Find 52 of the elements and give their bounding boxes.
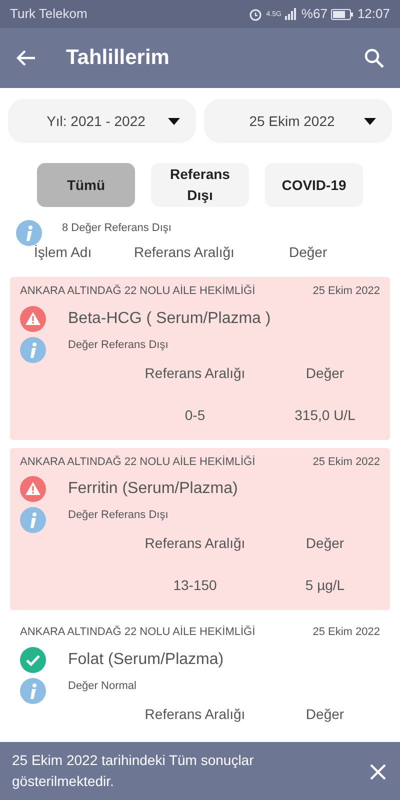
caret-icon (364, 118, 376, 124)
test-name: Beta-HCG ( Serum/Plazma ) (68, 308, 271, 328)
info-icon (20, 678, 46, 704)
institution-name: ANKARA ALTINDAĞ 22 NOLU AİLE HEKİMLİĞİ (20, 624, 256, 640)
search-icon (364, 48, 384, 68)
column-label: Değer (304, 534, 346, 553)
summary-text: 8 Değer Referans Dışı (62, 221, 172, 236)
column-label: Referans Aralığı (144, 364, 246, 383)
battery-icon (331, 8, 354, 20)
institution-name: ANKARA ALTINDAĞ 22 NOLU AİLE HEKİMLİĞİ (20, 454, 256, 470)
filter-tab[interactable]: Tümü (37, 163, 135, 207)
back-icon (16, 48, 36, 67)
result-date: 25 Ekim 2022 (312, 454, 380, 470)
institution-name: ANKARA ALTINDAĞ 22 NOLU AİLE HEKİMLİĞİ (20, 284, 256, 299)
signal-icon (285, 8, 298, 20)
search-button[interactable] (364, 46, 384, 70)
dropdown[interactable]: Yıl: 2021 - 2022 (8, 99, 196, 143)
column-label: Referans Aralığı (144, 534, 246, 553)
dropdown[interactable]: 25 Ekim 2022 (204, 99, 392, 143)
info-icon (20, 336, 46, 362)
column-header: Değer (289, 243, 328, 262)
reference-range: 0-5 (184, 406, 206, 424)
snackbar-message: 25 Ekim 2022 tarihindeki Tüm sonuçlar gösterilmektedir. (12, 751, 255, 791)
column-label: Değer (304, 704, 346, 724)
close-icon (370, 764, 386, 780)
warning-icon (20, 476, 46, 502)
status-note: Değer Referans Dışı (68, 508, 168, 523)
status-note: Değer Referans Dışı (68, 338, 168, 352)
column-label: Değer (304, 364, 346, 383)
filter-tab[interactable]: Referans Dışı (151, 163, 249, 207)
filter-tab[interactable]: COVID-19 (265, 163, 363, 207)
result-date: 25 Ekim 2022 (312, 284, 380, 299)
caret-icon (168, 118, 180, 124)
result-date: 25 Ekim 2022 (312, 625, 380, 640)
carrier-name: Turk Telekom (10, 5, 88, 24)
page-title: Tahlillerim (66, 45, 170, 71)
info-icon (20, 507, 46, 533)
status-note: Değer Normal (68, 678, 136, 694)
clock: 12:07 (357, 5, 390, 24)
column-header: İşlem Adı (34, 243, 93, 262)
column-label: Referans Aralığı (144, 704, 246, 724)
column-header: Referans Aralığı (134, 243, 236, 262)
reference-range: 13-150 (172, 576, 218, 595)
warning-icon (20, 306, 46, 332)
info-icon (16, 220, 42, 246)
result-value: 315,0 U/L (294, 406, 356, 424)
test-name: Ferritin (Serum/Plazma) (68, 479, 238, 499)
check-icon (20, 646, 46, 672)
battery-percent: %67 (301, 5, 328, 24)
alarm-icon (249, 8, 262, 20)
result-value: 5 µg/L (304, 576, 346, 595)
test-name: Folat (Serum/Plazma) (68, 650, 224, 670)
